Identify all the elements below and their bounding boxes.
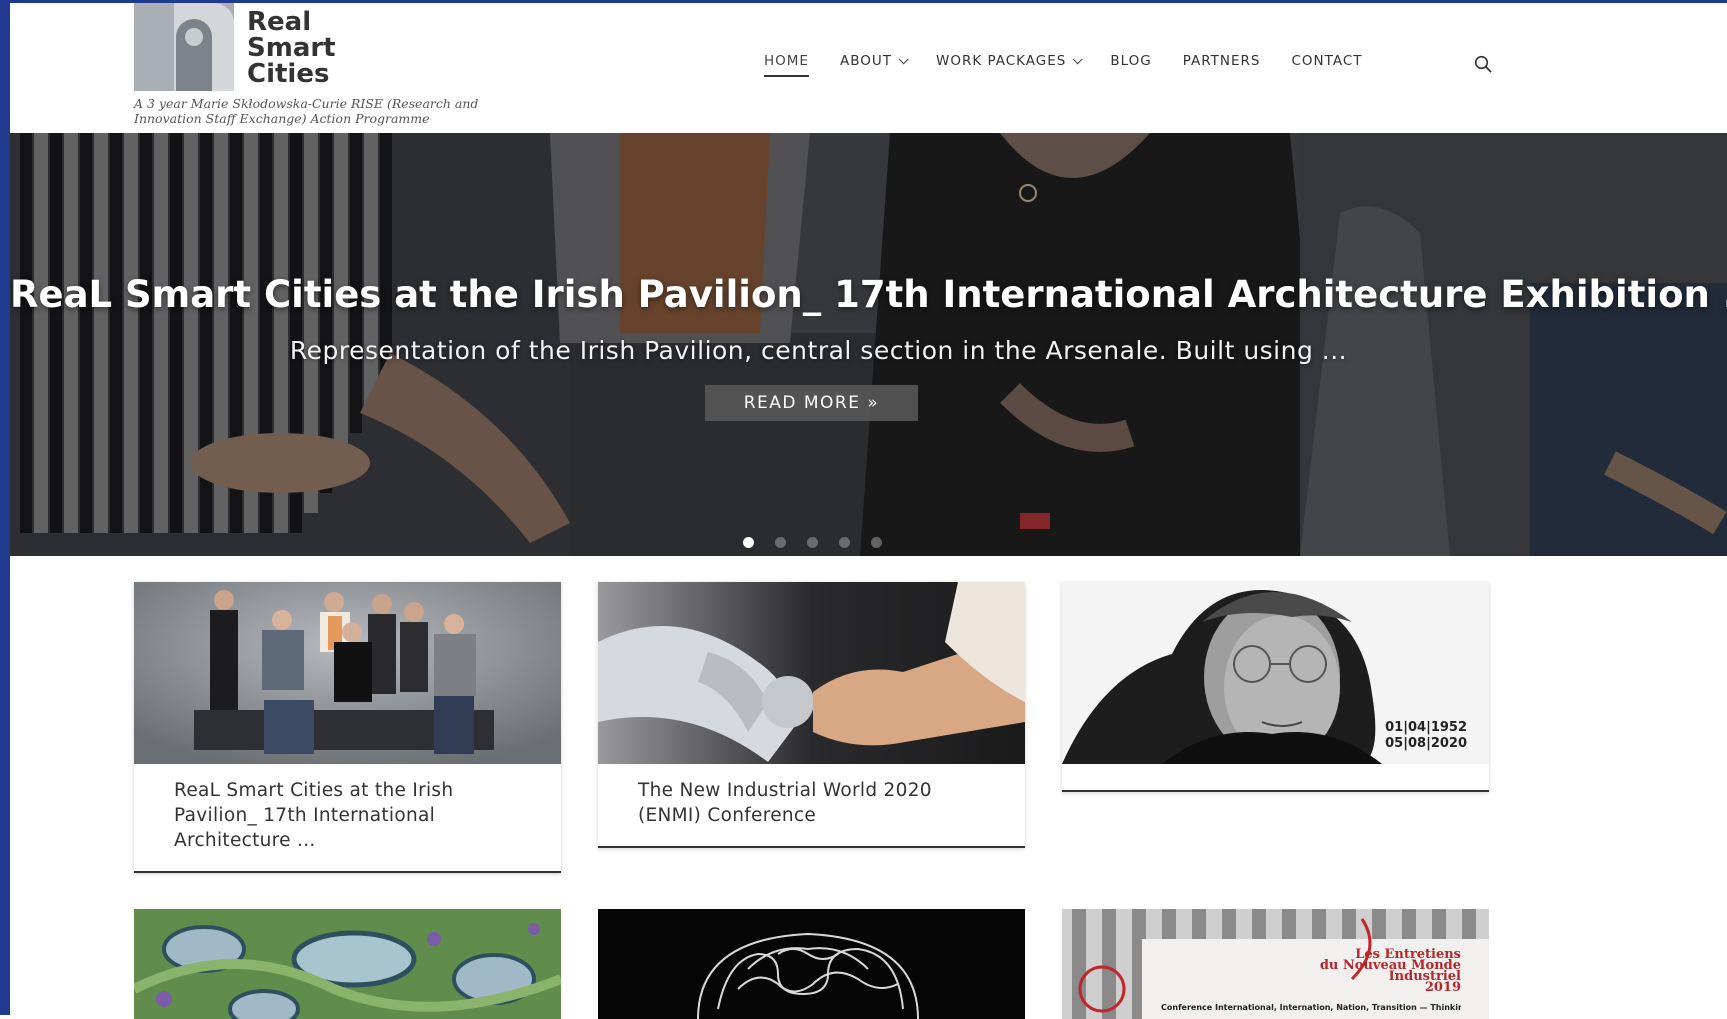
post-card-title[interactable]: ReaL Smart Cities at the Irish Pavilion_…: [134, 764, 561, 871]
site-logo[interactable]: Real Smart Cities: [134, 3, 374, 93]
post-thumbnail[interactable]: [598, 909, 1025, 1019]
post-card-image: [134, 582, 561, 764]
post-card-image: 01|04|1952 05|08|2020: [1062, 582, 1489, 764]
post-card[interactable]: The New Industrial World 2020 (ENMI) Con…: [598, 582, 1025, 848]
post-card[interactable]: ReaL Smart Cities at the Irish Pavilion_…: [134, 582, 561, 873]
poster-subtitle: Conference International, Internation, N…: [1161, 1003, 1461, 1012]
slider-dot-4[interactable]: [839, 537, 850, 548]
post-card-title-empty: [1062, 764, 1489, 790]
group-photo-image: [134, 582, 561, 764]
post-card[interactable]: 01|04|1952 05|08|2020: [1062, 582, 1489, 792]
hero-slider[interactable]: ReaL Smart Cities at the Irish Pavilion_…: [10, 133, 1727, 556]
post-card-title[interactable]: The New Industrial World 2020 (ENMI) Con…: [598, 764, 1025, 846]
nav-label: BLOG: [1110, 53, 1152, 69]
logo-word: Cities: [247, 59, 330, 89]
chevron-down-icon: [898, 53, 909, 64]
nav-label: ABOUT: [839, 53, 892, 69]
nav-home[interactable]: HOME: [764, 53, 809, 77]
logo-wordmark: Real Smart Cities: [247, 9, 336, 87]
brain-drawing-image: [598, 909, 1025, 1019]
nav-label: HOME: [764, 53, 809, 69]
logo-word: Smart: [247, 33, 336, 63]
nav-blog[interactable]: BLOG: [1110, 53, 1151, 77]
green-architecture-image: [134, 909, 561, 1019]
post-card-image: [598, 582, 1025, 764]
date-line: 01|04|1952: [1385, 720, 1467, 735]
read-more-button[interactable]: READ MORE »: [705, 385, 918, 421]
site-tagline: A 3 year Marie Skłodowska-Curie RISE (Re…: [134, 96, 479, 126]
site-header: Real Smart Cities A 3 year Marie Skłodow…: [10, 3, 1727, 133]
nav-about[interactable]: ABOUT: [839, 53, 909, 77]
main-nav: HOME ABOUT WORK PACKAGES BLOG PARTNERS C…: [764, 53, 1394, 77]
robot-human-fist-image: [598, 582, 1025, 764]
nav-label: PARTNERS: [1182, 53, 1261, 69]
post-thumbnail[interactable]: Les Entretiens du Nouveau Monde Industri…: [1062, 909, 1489, 1019]
hero-subtitle: Representation of the Irish Pavilion, ce…: [289, 336, 1348, 365]
nav-label: WORK PACKAGES: [935, 53, 1067, 69]
date-label: 01|04|1952 05|08|2020: [1385, 720, 1467, 752]
search-icon[interactable]: [1474, 55, 1492, 73]
nav-partners[interactable]: PARTNERS: [1183, 53, 1261, 77]
logo-mark-icon: [134, 3, 234, 91]
poster-title: Les Entretiens du Nouveau Monde Industri…: [1320, 948, 1461, 994]
slider-dot-1[interactable]: [743, 537, 754, 548]
nav-work-packages[interactable]: WORK PACKAGES: [935, 53, 1083, 77]
slider-dots: [743, 537, 903, 548]
logo-word: Real: [247, 7, 312, 37]
nav-contact[interactable]: CONTACT: [1292, 53, 1363, 77]
slider-dot-5[interactable]: [871, 537, 882, 548]
chevron-down-icon: [1073, 53, 1083, 64]
window-frame-left: [0, 0, 10, 1015]
nav-label: CONTACT: [1291, 53, 1363, 69]
slider-dot-3[interactable]: [807, 537, 818, 548]
slider-dot-2[interactable]: [775, 537, 786, 548]
post-thumbnail[interactable]: [134, 909, 561, 1019]
hero-title[interactable]: ReaL Smart Cities at the Irish Pavilion_…: [10, 273, 1727, 316]
date-line: 05|08|2020: [1385, 736, 1467, 751]
